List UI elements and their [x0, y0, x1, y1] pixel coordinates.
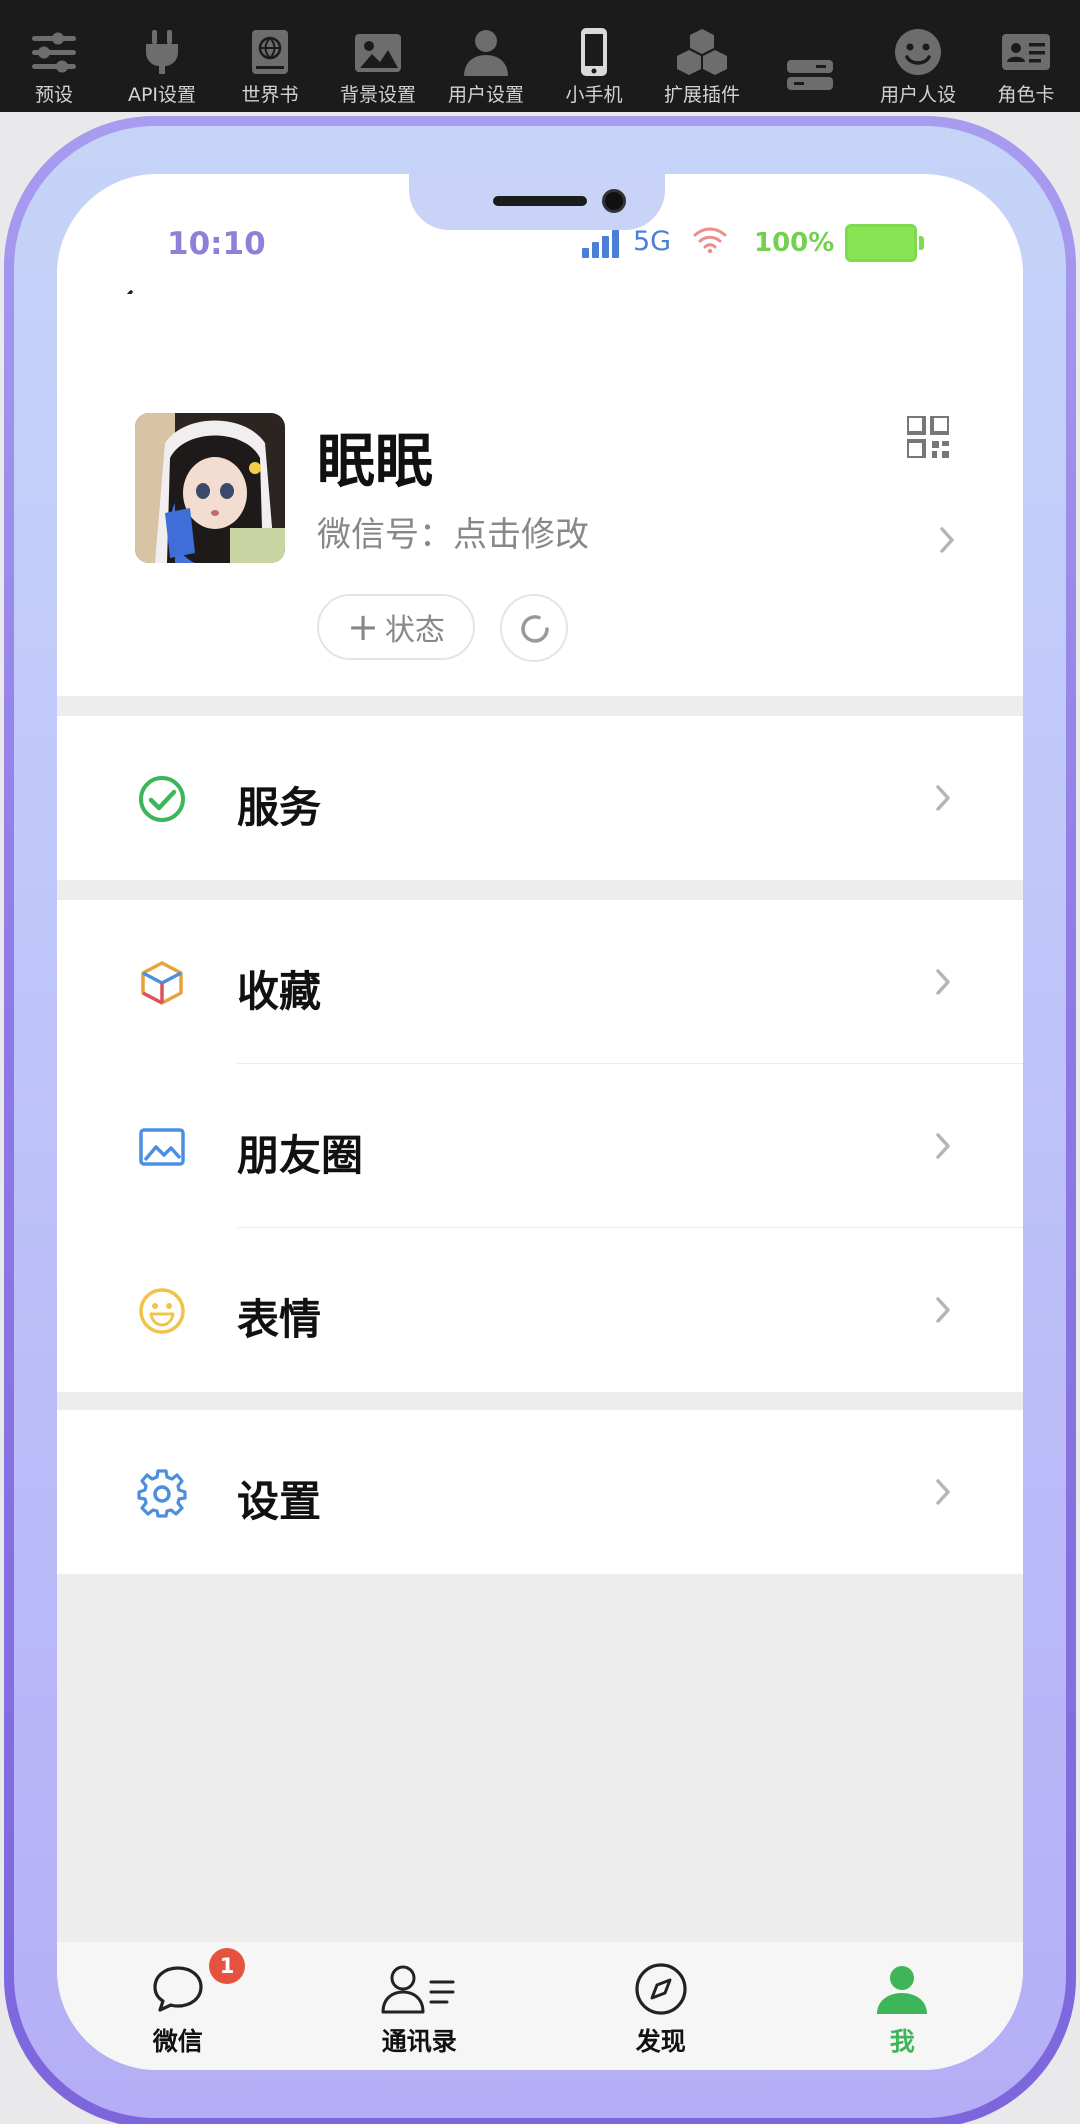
- tab-label: 我: [889, 2027, 915, 2056]
- tab-label: 微信: [152, 2027, 203, 2056]
- menu-group-services: 服务: [57, 716, 1023, 880]
- wechat-id[interactable]: 微信号：点击修改: [317, 507, 589, 556]
- status-time: 10:10: [167, 226, 266, 262]
- battery-percent: 100%: [754, 228, 835, 258]
- add-status-button[interactable]: + 状态: [317, 594, 475, 660]
- settings-gear-icon: [137, 1469, 187, 1518]
- signal-icon: [582, 230, 619, 258]
- menu-item-label: 服务: [237, 783, 322, 832]
- menu-item-label: 表情: [237, 1295, 322, 1344]
- sliders-icon: [32, 32, 76, 73]
- phone-bezel: 10:10 5G 100% 眠眠 微信号：点击修改 + 状态 服务 收藏 朋友圈…: [14, 126, 1066, 2118]
- toolbar-label: 背景设置: [339, 84, 416, 106]
- toolbar-label: 世界书: [241, 84, 299, 106]
- chevron-right-icon: [936, 785, 950, 811]
- chevron-right-icon: [940, 527, 954, 553]
- toolbar-item-user-settings[interactable]: 用户设置: [432, 0, 540, 112]
- chevron-right-icon: [936, 969, 950, 995]
- profile-card[interactable]: 眠眠 微信号：点击修改 + 状态: [57, 294, 1023, 696]
- toolbar-item-background[interactable]: 背景设置: [324, 0, 432, 112]
- menu-item-moments[interactable]: 朋友圈: [57, 1064, 1023, 1228]
- menu-item-stickers[interactable]: 表情: [57, 1228, 1023, 1392]
- toolbar-item-extensions[interactable]: 扩展插件: [648, 0, 756, 112]
- chevron-right-icon: [936, 1133, 950, 1159]
- drawers-icon: [787, 60, 833, 90]
- menu-item-label: 收藏: [237, 967, 322, 1016]
- tab-label: 通讯录: [381, 2027, 457, 2056]
- toolbar-item-api[interactable]: API设置: [108, 0, 216, 112]
- plug-icon: [146, 30, 178, 74]
- status-button-label: 状态: [384, 613, 445, 648]
- bottom-tab-bar: 1 微信 通讯录 发现 我: [57, 1942, 1023, 2070]
- tab-chats[interactable]: 1 微信: [57, 1942, 299, 2070]
- person-icon: [877, 1966, 928, 2014]
- battery-icon: [845, 224, 924, 262]
- toolbar-label: 小手机: [565, 84, 623, 106]
- image-icon: [355, 34, 401, 72]
- compass-icon: [635, 1963, 687, 2015]
- toolbar-item-persona[interactable]: 用户人设: [864, 0, 972, 112]
- tab-contacts[interactable]: 通讯录: [299, 1942, 541, 2070]
- menu-item-services[interactable]: 服务: [57, 716, 1023, 880]
- toolbar-item-preset[interactable]: 预设: [0, 0, 108, 112]
- qr-code-icon[interactable]: [907, 416, 949, 458]
- tab-me[interactable]: 我: [782, 1942, 1024, 2070]
- top-toolbar: 预设 API设置 世界书 背景设置 用户设置 小手机 扩展插件 用户人设 角色卡: [0, 0, 1080, 112]
- refresh-button[interactable]: [500, 594, 568, 662]
- tab-label: 发现: [635, 2027, 686, 2056]
- profile-name: 眠眠: [317, 427, 434, 495]
- menu-item-label: 朋友圈: [237, 1131, 364, 1180]
- cube-icon: [141, 961, 183, 1005]
- id-card-icon: [1002, 34, 1050, 70]
- network-type: 5G: [633, 226, 672, 257]
- menu-item-settings[interactable]: 设置: [57, 1410, 1023, 1574]
- toolbar-item-worldbook[interactable]: 世界书: [216, 0, 324, 112]
- menu-item-label: 设置: [237, 1477, 322, 1526]
- smiley-icon: [895, 29, 941, 75]
- menu-group-content: 收藏 朋友圈 表情: [57, 900, 1023, 1392]
- emoji-icon: [139, 1288, 185, 1334]
- toolbar-label: 预设: [34, 84, 73, 106]
- plus-icon: +: [347, 605, 379, 649]
- phone-frame: 10:10 5G 100% 眠眠 微信号：点击修改 + 状态 服务 收藏 朋友圈…: [4, 116, 1076, 2124]
- toolbar-item-drawers[interactable]: [756, 0, 864, 112]
- menu-group-settings: 设置: [57, 1410, 1023, 1574]
- phone-screen: 10:10 5G 100% 眠眠 微信号：点击修改 + 状态 服务 收藏 朋友圈…: [57, 174, 1023, 2070]
- phone-icon: [581, 28, 607, 76]
- chat-bubble-icon: [153, 1966, 203, 2012]
- chevron-right-icon: [936, 1479, 950, 1505]
- toolbar-label: API设置: [127, 84, 197, 106]
- toolbar-label: 用户人设: [879, 84, 956, 106]
- chevron-right-icon: [936, 1297, 950, 1323]
- cubes-icon: [677, 29, 727, 75]
- picture-icon: [139, 1128, 185, 1166]
- refresh-icon: [521, 615, 549, 643]
- toolbar-label: 角色卡: [997, 84, 1055, 106]
- globe-book-icon: [252, 30, 288, 74]
- menu-item-favorites[interactable]: 收藏: [57, 900, 1023, 1064]
- phone-notch: [409, 174, 665, 230]
- toolbar-label: 扩展插件: [663, 84, 740, 106]
- toolbar-item-character-card[interactable]: 角色卡: [972, 0, 1080, 112]
- toolbar-item-phone[interactable]: 小手机: [540, 0, 648, 112]
- wifi-icon: [693, 227, 727, 254]
- toolbar-label: 用户设置: [447, 84, 524, 106]
- check-circle-icon: [139, 776, 185, 822]
- contacts-icon: [381, 1965, 455, 2014]
- unread-badge: 1: [209, 1948, 245, 1984]
- tab-discover[interactable]: 发现: [540, 1942, 782, 2070]
- avatar[interactable]: [135, 413, 285, 563]
- user-icon: [464, 30, 508, 76]
